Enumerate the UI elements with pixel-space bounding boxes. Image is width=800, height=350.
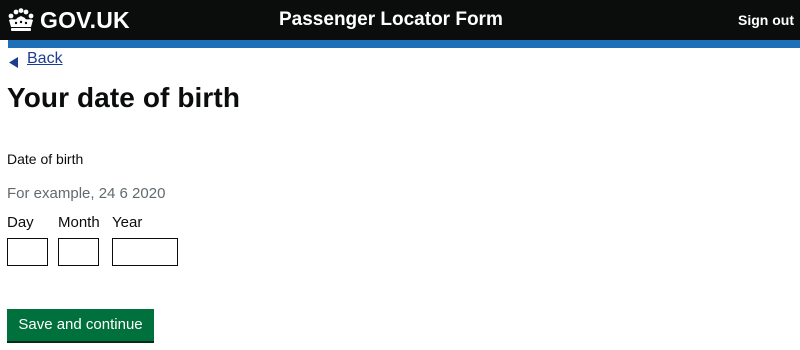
date-item-day: Day — [7, 213, 48, 266]
date-of-birth-label: Date of birth — [7, 151, 84, 167]
back-link[interactable]: Back — [9, 49, 63, 69]
sign-out-link[interactable]: Sign out — [738, 11, 794, 29]
chevron-left-icon — [9, 54, 18, 68]
site-header: GOV.UK Passenger Locator Form Sign out — [0, 0, 800, 40]
service-name[interactable]: Passenger Locator Form — [279, 8, 503, 32]
month-label: Month — [58, 214, 100, 231]
day-label: Day — [7, 214, 34, 231]
date-hint: For example, 24 6 2020 — [7, 185, 166, 202]
month-input[interactable] — [58, 238, 99, 266]
year-input[interactable] — [112, 238, 178, 266]
day-input[interactable] — [7, 238, 48, 266]
date-item-year: Year — [112, 213, 178, 266]
header-accent-bar — [8, 40, 800, 48]
govuk-logo-text: GOV.UK — [40, 7, 130, 33]
govuk-logo-link[interactable]: GOV.UK — [7, 6, 130, 34]
save-and-continue-button[interactable]: Save and continue — [7, 309, 154, 341]
back-link-label: Back — [27, 50, 63, 67]
date-item-month: Month — [58, 213, 100, 266]
year-label: Year — [112, 214, 143, 231]
page-title: Your date of birth — [7, 82, 241, 113]
crown-icon — [7, 8, 35, 32]
